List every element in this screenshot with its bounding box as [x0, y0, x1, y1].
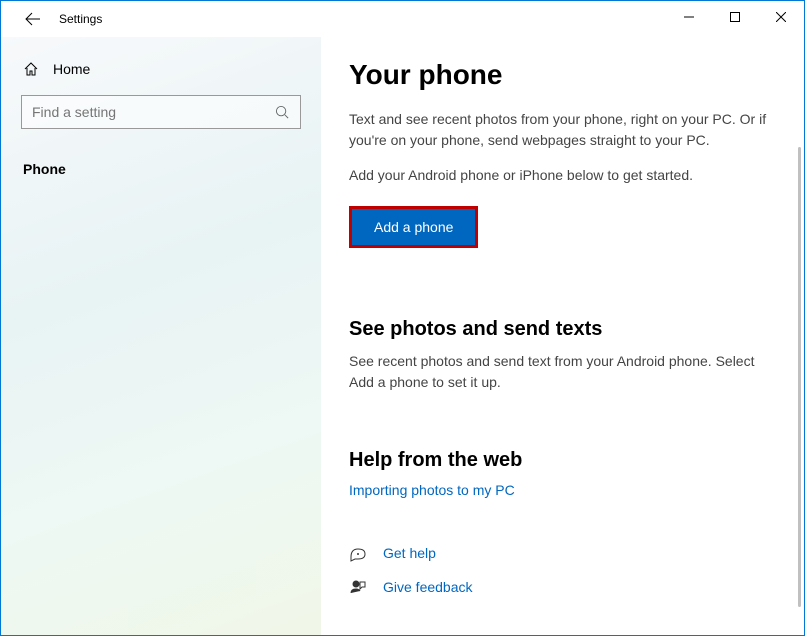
- intro-text-1: Text and see recent photos from your pho…: [349, 109, 769, 151]
- search-input[interactable]: [32, 104, 275, 120]
- help-heading: Help from the web: [349, 449, 776, 472]
- help-web-section: Help from the web Importing photos to my…: [349, 449, 776, 500]
- add-phone-highlight: Add a phone: [349, 206, 478, 248]
- search-icon: [275, 105, 290, 120]
- close-button[interactable]: [758, 1, 804, 33]
- get-help-row[interactable]: Get help: [349, 544, 776, 562]
- back-arrow-icon: [25, 11, 41, 27]
- home-nav[interactable]: Home: [21, 53, 301, 95]
- close-icon: [776, 12, 786, 22]
- get-help-link[interactable]: Get help: [383, 545, 436, 561]
- page-title: Your phone: [349, 59, 776, 91]
- feedback-icon: [349, 578, 367, 596]
- minimize-icon: [684, 12, 694, 22]
- photos-text: See recent photos and send text from you…: [349, 351, 769, 393]
- photos-heading: See photos and send texts: [349, 318, 776, 341]
- maximize-button[interactable]: [712, 1, 758, 33]
- search-box[interactable]: [21, 95, 301, 129]
- give-feedback-row[interactable]: Give feedback: [349, 578, 776, 596]
- intro-text-2: Add your Android phone or iPhone below t…: [349, 165, 769, 186]
- scrollbar[interactable]: [798, 147, 801, 607]
- minimize-button[interactable]: [666, 1, 712, 33]
- maximize-icon: [730, 12, 740, 22]
- help-link-import[interactable]: Importing photos to my PC: [349, 482, 515, 498]
- photos-section: See photos and send texts See recent pho…: [349, 318, 776, 393]
- sidebar-item-phone[interactable]: Phone: [21, 151, 301, 187]
- get-help-icon: [349, 544, 367, 562]
- back-button[interactable]: [19, 5, 47, 33]
- give-feedback-link[interactable]: Give feedback: [383, 579, 473, 595]
- sidebar: Home Phone: [1, 37, 321, 635]
- home-icon: [23, 61, 39, 77]
- home-label: Home: [53, 61, 90, 77]
- window-title: Settings: [59, 12, 102, 26]
- add-phone-button[interactable]: Add a phone: [352, 209, 475, 245]
- content-area: Your phone Text and see recent photos fr…: [321, 37, 804, 635]
- window-controls: [666, 1, 804, 33]
